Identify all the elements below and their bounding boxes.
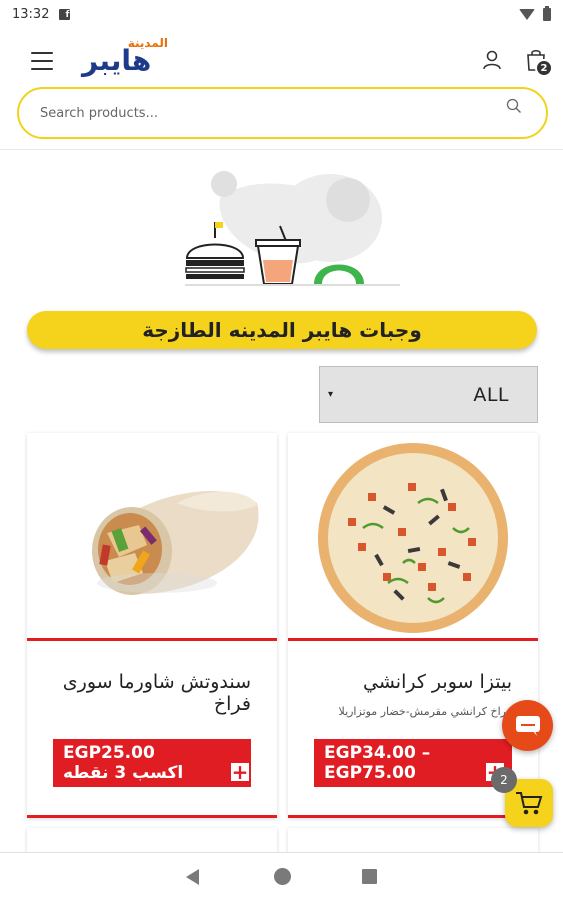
shawarma-image xyxy=(92,491,259,595)
back-icon[interactable] xyxy=(186,869,199,885)
facebook-notification-icon: f xyxy=(59,8,71,20)
product-card[interactable]: سندوتش شاورما سورى فراخ EGP25.00 اكسب 3 … xyxy=(27,433,277,818)
food-illustration xyxy=(185,171,400,286)
menu-icon[interactable] xyxy=(31,52,53,70)
product-description: فراخ كرانشي مقرمش-خضار موتزاريلا xyxy=(338,705,513,718)
status-bar: 13:32 f xyxy=(0,0,563,28)
app-header: المدينة هايبر 2 xyxy=(0,28,563,150)
logo-title: هايبر xyxy=(82,44,152,77)
dropdown-selected-value: ALL xyxy=(473,383,509,406)
product-card[interactable]: بيتزا سوبر كرانشي فراخ كرانشي مقرمش-خضار… xyxy=(288,433,538,818)
price-box: EGP25.00 اكسب 3 نقطه xyxy=(53,739,251,787)
cart-icon xyxy=(516,792,543,815)
pizza-image xyxy=(318,443,508,633)
search-input[interactable] xyxy=(40,105,480,121)
add-to-cart-button[interactable]: + xyxy=(229,761,251,783)
product-price: EGP25.00 xyxy=(63,743,155,763)
recents-icon[interactable] xyxy=(362,869,377,884)
logo[interactable]: المدينة هايبر xyxy=(82,36,186,80)
product-price-min: EGP34.00 – xyxy=(324,743,431,763)
category-dropdown[interactable]: ▾ ALL xyxy=(319,366,538,423)
chat-icon xyxy=(515,715,540,736)
product-title[interactable]: سندوتش شاورما سورى فراخ xyxy=(41,671,251,715)
product-image[interactable] xyxy=(288,433,538,641)
product-image[interactable] xyxy=(27,433,277,641)
user-icon[interactable] xyxy=(482,50,502,70)
product-points: اكسب 3 نقطه xyxy=(63,763,184,783)
search-bar xyxy=(17,87,548,139)
battery-icon xyxy=(543,5,551,21)
price-box: EGP34.00 – EGP75.00 xyxy=(314,739,512,787)
wifi-icon xyxy=(519,8,535,20)
section-banner: وجبات هايبر المدينه الطازجة xyxy=(27,311,537,349)
status-time: 13:32 xyxy=(12,6,50,22)
system-nav-bar xyxy=(0,852,563,900)
floating-cart-badge: 2 xyxy=(491,767,517,793)
dropdown-arrow-icon: ▾ xyxy=(328,389,334,400)
product-price-max: EGP75.00 xyxy=(324,763,416,783)
cart-count-badge: 2 xyxy=(535,59,553,77)
product-title[interactable]: بيتزا سوبر كرانشي xyxy=(302,671,512,693)
chat-button[interactable] xyxy=(502,700,553,751)
home-icon[interactable] xyxy=(274,868,291,885)
search-icon[interactable] xyxy=(506,98,522,114)
